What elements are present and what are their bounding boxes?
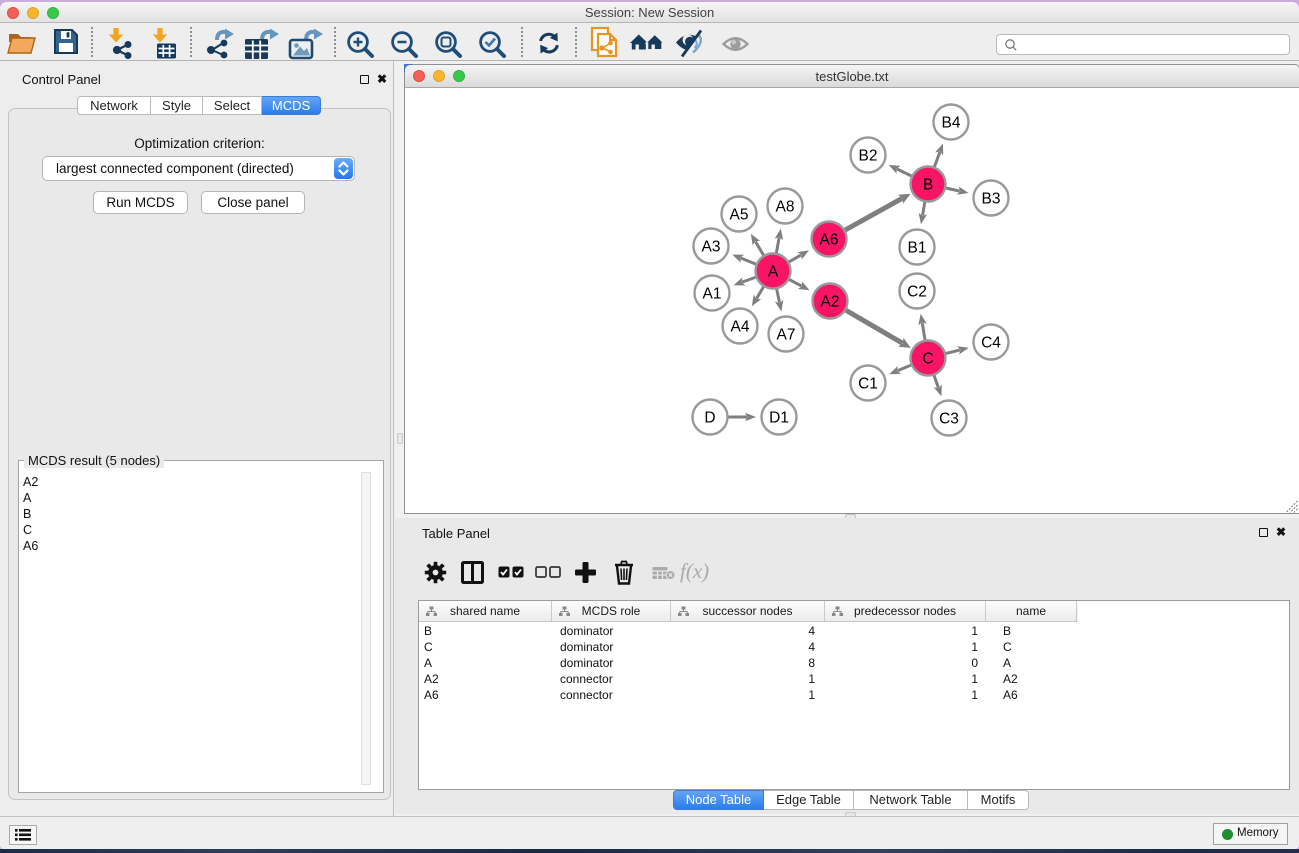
svg-text:A2: A2 bbox=[821, 294, 840, 311]
svg-text:A4: A4 bbox=[731, 319, 750, 336]
svg-text:B3: B3 bbox=[982, 191, 1001, 208]
svg-text:D1: D1 bbox=[769, 410, 789, 427]
svg-text:C4: C4 bbox=[981, 335, 1001, 352]
svg-text:A7: A7 bbox=[777, 327, 796, 344]
svg-text:A1: A1 bbox=[703, 286, 722, 303]
svg-text:A5: A5 bbox=[730, 207, 749, 224]
svg-text:B4: B4 bbox=[942, 115, 961, 132]
svg-text:C: C bbox=[922, 351, 933, 368]
svg-text:C2: C2 bbox=[907, 284, 927, 301]
svg-text:A6: A6 bbox=[820, 232, 839, 249]
svg-text:B: B bbox=[923, 177, 933, 194]
svg-text:B2: B2 bbox=[859, 148, 878, 165]
svg-text:C1: C1 bbox=[858, 376, 878, 393]
svg-text:B1: B1 bbox=[908, 240, 927, 257]
svg-text:A8: A8 bbox=[776, 199, 795, 216]
svg-text:D: D bbox=[704, 410, 715, 427]
svg-text:A: A bbox=[768, 264, 779, 281]
svg-text:A3: A3 bbox=[702, 239, 721, 256]
svg-text:C3: C3 bbox=[939, 411, 959, 428]
